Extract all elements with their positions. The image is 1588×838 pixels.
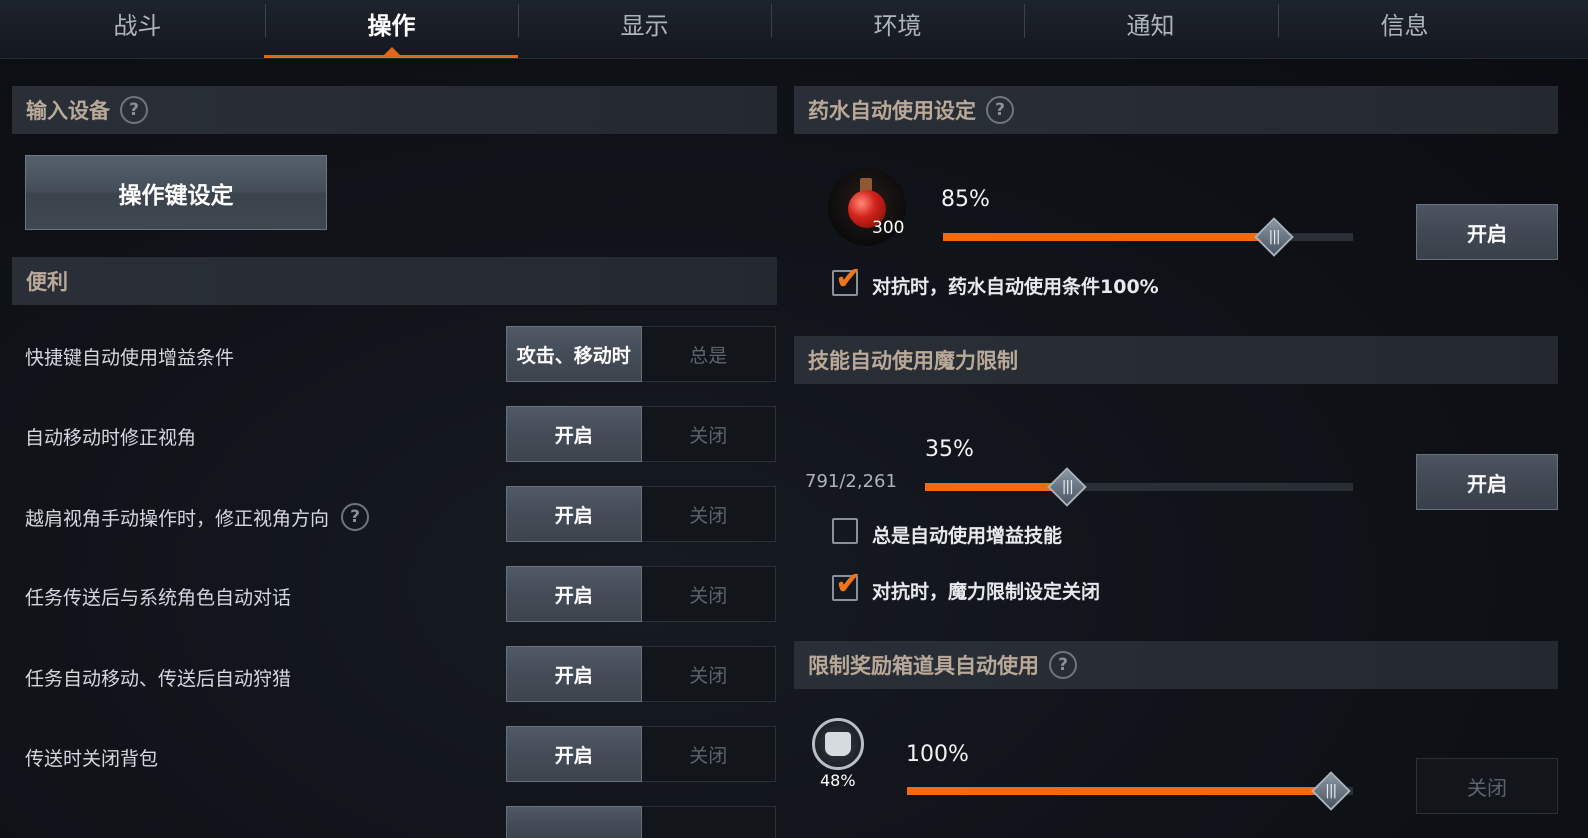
section-input-device: 输入设备 ? bbox=[12, 86, 777, 134]
tab-environment[interactable]: 环境 bbox=[771, 0, 1024, 58]
option-on[interactable]: 开启 bbox=[506, 566, 642, 622]
toggle-quest-auto-hunt: 开启 关闭 bbox=[506, 646, 776, 702]
potion-enable-button[interactable]: 开启 bbox=[1416, 204, 1558, 260]
tab-info[interactable]: 信息 bbox=[1278, 0, 1531, 58]
setting-label-row: 越肩视角手动操作时，修正视角方向 ? bbox=[25, 503, 370, 531]
section-reward-box-limit: 限制奖励箱道具自动使用 ? bbox=[794, 641, 1558, 689]
section-title: 输入设备 bbox=[26, 99, 110, 123]
setting-label: 任务传送后与系统角色自动对话 bbox=[25, 587, 292, 609]
slider-fill bbox=[943, 233, 1275, 241]
skill-mp-slider[interactable] bbox=[925, 483, 1353, 491]
help-icon[interactable]: ? bbox=[1049, 651, 1077, 679]
setting-label: 快捷键自动使用增益条件 bbox=[25, 347, 235, 369]
chest-disable-button[interactable]: 关闭 bbox=[1416, 758, 1558, 814]
skill-enable-button[interactable]: 开启 bbox=[1416, 454, 1558, 510]
option-on[interactable]: 开启 bbox=[506, 646, 642, 702]
potion-icon: 300 bbox=[828, 168, 906, 246]
reward-box-icon bbox=[812, 718, 864, 770]
setting-label: 越肩视角手动操作时，修正视角方向 bbox=[25, 507, 330, 530]
toggle-close-bag-teleport: 开启 关闭 bbox=[506, 726, 776, 782]
option-off[interactable]: 关闭 bbox=[641, 406, 776, 462]
section-title: 药水自动使用设定 bbox=[808, 99, 976, 123]
checkmark-icon: ✔ bbox=[835, 259, 862, 297]
potion-percent-label: 85% bbox=[941, 187, 990, 212]
option-off[interactable]: 关闭 bbox=[641, 486, 776, 542]
setting-label: 任务自动移动、传送后自动狩猎 bbox=[25, 668, 292, 690]
slider-handle-grip-icon: ||| bbox=[1061, 479, 1074, 495]
tab-battle[interactable]: 战斗 bbox=[11, 0, 264, 58]
setting-label: 传送时关闭背包 bbox=[25, 748, 159, 770]
help-icon[interactable]: ? bbox=[120, 96, 148, 124]
slider-fill bbox=[907, 787, 1331, 795]
help-icon[interactable]: ? bbox=[341, 503, 370, 531]
option-on[interactable] bbox=[506, 806, 642, 838]
option-off[interactable] bbox=[641, 806, 776, 838]
option-off[interactable]: 关闭 bbox=[641, 646, 776, 702]
option-on[interactable]: 开启 bbox=[506, 726, 642, 782]
potion-pvp-checkbox[interactable]: ✔ bbox=[832, 262, 862, 296]
tab-notification[interactable]: 通知 bbox=[1024, 0, 1277, 58]
option-always[interactable]: 总是 bbox=[641, 326, 776, 382]
toggle-quest-auto-talk: 开启 关闭 bbox=[506, 566, 776, 622]
checkmark-icon: ✔ bbox=[835, 564, 862, 602]
section-skill-mp-limit: 技能自动使用魔力限制 bbox=[794, 336, 1558, 384]
active-tab-arrow-icon bbox=[384, 47, 400, 55]
tab-display[interactable]: 显示 bbox=[518, 0, 771, 58]
option-on[interactable]: 开启 bbox=[506, 406, 642, 462]
help-icon[interactable]: ? bbox=[986, 96, 1014, 124]
toggle-auto-move-camera: 开启 关闭 bbox=[506, 406, 776, 462]
always-buff-label: 总是自动使用增益技能 bbox=[872, 525, 1063, 547]
option-attack-move[interactable]: 攻击、移动时 bbox=[506, 326, 642, 382]
mp-value: 791/2,261 bbox=[805, 471, 897, 492]
option-on[interactable]: 开启 bbox=[506, 486, 642, 542]
skill-percent-label: 35% bbox=[925, 437, 974, 462]
mp-pvp-checkbox[interactable]: ✔ bbox=[832, 567, 862, 601]
reward-box-percent: 48% bbox=[820, 771, 856, 790]
section-title: 技能自动使用魔力限制 bbox=[808, 349, 1018, 373]
toggle-partial bbox=[506, 806, 776, 838]
potion-count: 300 bbox=[872, 218, 905, 238]
toggle-buff-condition: 攻击、移动时 总是 bbox=[506, 326, 776, 382]
setting-label: 自动移动时修正视角 bbox=[25, 427, 197, 449]
section-convenience: 便利 bbox=[12, 257, 777, 305]
option-off[interactable]: 关闭 bbox=[641, 726, 776, 782]
slider-handle-grip-icon: ||| bbox=[1325, 783, 1337, 799]
option-off[interactable]: 关闭 bbox=[641, 566, 776, 622]
chest-slider[interactable] bbox=[907, 787, 1353, 795]
toggle-shoulder-camera: 开启 关闭 bbox=[506, 486, 776, 542]
key-settings-button[interactable]: 操作键设定 bbox=[25, 155, 327, 230]
always-buff-checkbox[interactable] bbox=[832, 518, 858, 544]
section-title: 限制奖励箱道具自动使用 bbox=[808, 654, 1039, 678]
potion-pvp-label: 对抗时，药水自动使用条件100% bbox=[872, 276, 1159, 298]
section-potion-auto-use: 药水自动使用设定 ? bbox=[794, 86, 1558, 134]
slider-fill bbox=[925, 483, 1068, 491]
active-tab-indicator bbox=[264, 55, 518, 58]
mp-pvp-label: 对抗时，魔力限制设定关闭 bbox=[872, 581, 1101, 603]
slider-handle-grip-icon: ||| bbox=[1268, 229, 1280, 245]
section-title: 便利 bbox=[26, 270, 68, 294]
chest-percent-label: 100% bbox=[906, 742, 969, 767]
